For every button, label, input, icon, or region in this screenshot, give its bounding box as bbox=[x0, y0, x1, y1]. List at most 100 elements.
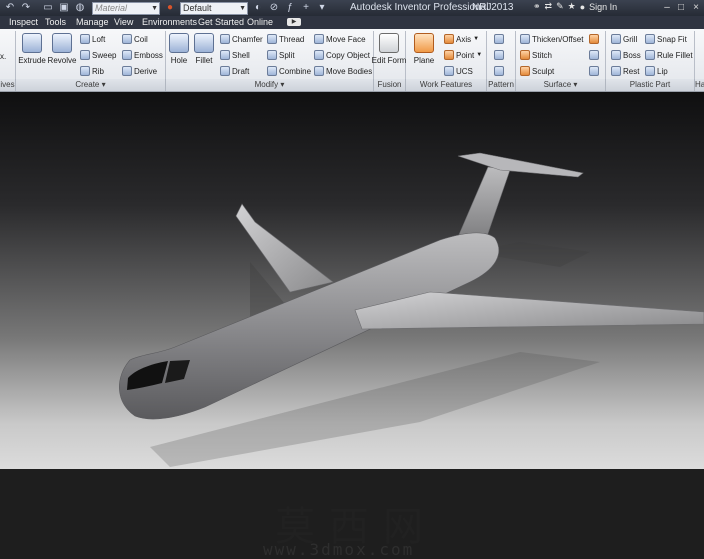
extend-button[interactable] bbox=[589, 50, 599, 60]
maximize-icon[interactable]: □ bbox=[675, 2, 687, 13]
minimize-icon[interactable]: – bbox=[661, 2, 673, 13]
grill-button[interactable]: Grill bbox=[611, 34, 637, 44]
rib-button[interactable]: Rib bbox=[80, 66, 104, 76]
rest-button[interactable]: Rest bbox=[611, 66, 639, 76]
move-bodies-label: Move Bodies bbox=[326, 66, 373, 76]
lip-icon bbox=[645, 66, 655, 76]
panel-modify[interactable]: Modify ▾ bbox=[166, 79, 374, 91]
tab-environments[interactable]: Environments bbox=[142, 17, 197, 27]
rest-icon bbox=[611, 66, 621, 76]
shell-button[interactable]: Shell bbox=[220, 50, 250, 60]
move-bodies-button[interactable]: Move Bodies bbox=[314, 66, 372, 76]
graphics-viewport[interactable]: 莫西网 www.3dmox.com bbox=[0, 92, 704, 559]
left-cut-tool[interactable]: x. bbox=[0, 52, 6, 61]
panel-pattern[interactable]: Pattern bbox=[487, 79, 516, 91]
point-button[interactable]: Point ▼ bbox=[444, 50, 482, 60]
plane-icon[interactable] bbox=[414, 33, 434, 53]
appearance-icon[interactable]: ● bbox=[164, 2, 176, 14]
panel-left-cut[interactable]: ives bbox=[0, 79, 16, 91]
adjust-icon[interactable]: ◐ bbox=[252, 2, 264, 14]
home-icon[interactable]: ▭ bbox=[42, 2, 54, 14]
sweep-button[interactable]: Sweep bbox=[80, 50, 116, 60]
copy-object-button[interactable]: Copy Object bbox=[314, 50, 370, 60]
point-icon bbox=[444, 50, 454, 60]
circ-pattern-button[interactable] bbox=[494, 50, 504, 60]
watermark-url: www.3dmox.com bbox=[263, 540, 415, 559]
wrench-icon[interactable]: ✎ bbox=[556, 1, 564, 12]
draft-button[interactable]: Draft bbox=[220, 66, 249, 76]
boss-icon bbox=[611, 50, 621, 60]
close-icon[interactable]: × bbox=[690, 2, 702, 13]
delete-face-icon bbox=[589, 66, 599, 76]
loft-button[interactable]: Loft bbox=[80, 34, 105, 44]
axis-button[interactable]: Axis ▼ bbox=[444, 34, 479, 44]
edit-form-button[interactable]: Edit Form bbox=[369, 56, 409, 65]
select-icon[interactable]: ▣ bbox=[58, 2, 70, 14]
ucs-label: UCS bbox=[456, 66, 473, 76]
combine-button[interactable]: Combine bbox=[267, 66, 311, 76]
extrude-icon[interactable] bbox=[22, 33, 42, 53]
delete-face-button[interactable] bbox=[589, 66, 599, 76]
snap-fit-button[interactable]: Snap Fit bbox=[645, 34, 687, 44]
snap-fit-icon bbox=[645, 34, 655, 44]
plus-icon[interactable]: + bbox=[300, 2, 312, 14]
user-icon[interactable]: ● bbox=[580, 2, 585, 12]
sign-in-link[interactable]: Sign In bbox=[589, 2, 617, 12]
redo-icon[interactable]: ↷ bbox=[20, 2, 32, 14]
panel-right-cut[interactable]: Ha bbox=[695, 79, 704, 91]
video-icon[interactable]: ▶ bbox=[287, 18, 301, 26]
fillet-button[interactable]: Fillet bbox=[184, 56, 224, 65]
chamfer-button[interactable]: Chamfer bbox=[220, 34, 263, 44]
mirror-icon bbox=[494, 66, 504, 76]
undo-icon[interactable]: ↶ bbox=[4, 2, 16, 14]
airplane-model[interactable] bbox=[0, 92, 704, 469]
patch-button[interactable] bbox=[589, 34, 599, 44]
function-icon[interactable]: ƒ bbox=[284, 2, 296, 14]
panel-work-features[interactable]: Work Features bbox=[406, 79, 487, 91]
appearance-combo[interactable]: Default ▼ bbox=[180, 1, 248, 15]
rule-fillet-button[interactable]: Rule Fillet bbox=[645, 50, 693, 60]
customize-icon[interactable]: ▾ bbox=[316, 2, 328, 14]
tab-get-started[interactable]: Get Started bbox=[198, 17, 244, 27]
sculpt-button[interactable]: Sculpt bbox=[520, 66, 554, 76]
material-combo[interactable]: Material ▼ bbox=[92, 1, 160, 15]
rect-pattern-button[interactable] bbox=[494, 34, 504, 44]
edit-form-icon[interactable] bbox=[379, 33, 399, 53]
split-button[interactable]: Split bbox=[267, 50, 295, 60]
stitch-button[interactable]: Stitch bbox=[520, 50, 552, 60]
binoculars-icon[interactable]: ⚭ bbox=[533, 1, 541, 12]
exchange-icon[interactable]: ⇄ bbox=[545, 1, 553, 12]
panel-plastic-part[interactable]: Plastic Part bbox=[606, 79, 695, 91]
revolve-icon[interactable] bbox=[52, 33, 72, 53]
plane-button[interactable]: Plane bbox=[404, 56, 444, 65]
shell-label: Shell bbox=[232, 50, 250, 60]
globe-icon[interactable]: ◍ bbox=[74, 2, 86, 14]
tab-manage[interactable]: Manage bbox=[76, 17, 109, 27]
lip-button[interactable]: Lip bbox=[645, 66, 668, 76]
emboss-button[interactable]: Emboss bbox=[122, 50, 163, 60]
panel-surface[interactable]: Surface ▾ bbox=[516, 79, 606, 91]
boss-button[interactable]: Boss bbox=[611, 50, 641, 60]
mirror-button[interactable] bbox=[494, 66, 504, 76]
thread-button[interactable]: Thread bbox=[267, 34, 304, 44]
tab-inspect[interactable]: Inspect bbox=[9, 17, 38, 27]
coil-button[interactable]: Coil bbox=[122, 34, 148, 44]
move-face-button[interactable]: Move Face bbox=[314, 34, 366, 44]
panel-create[interactable]: Create ▾ bbox=[16, 79, 166, 91]
panel-fusion[interactable]: Fusion bbox=[374, 79, 406, 91]
derive-button[interactable]: Derive bbox=[122, 66, 157, 76]
draft-label: Draft bbox=[232, 66, 250, 76]
tab-tools[interactable]: Tools bbox=[45, 17, 66, 27]
thicken-offset-button[interactable]: Thicken/Offset bbox=[520, 34, 583, 44]
hole-icon[interactable] bbox=[169, 33, 189, 53]
fillet-icon[interactable] bbox=[194, 33, 214, 53]
clear-icon[interactable]: ⊘ bbox=[268, 2, 280, 14]
tab-view[interactable]: View bbox=[114, 17, 133, 27]
thicken-label: Thicken/Offset bbox=[532, 34, 584, 44]
tab-online[interactable]: Online bbox=[247, 17, 273, 27]
star-icon[interactable]: ★ bbox=[568, 1, 576, 12]
chamfer-icon bbox=[220, 34, 230, 44]
loft-label: Loft bbox=[92, 34, 106, 44]
ucs-button[interactable]: UCS bbox=[444, 66, 473, 76]
revolve-button[interactable]: Revolve bbox=[42, 56, 82, 65]
